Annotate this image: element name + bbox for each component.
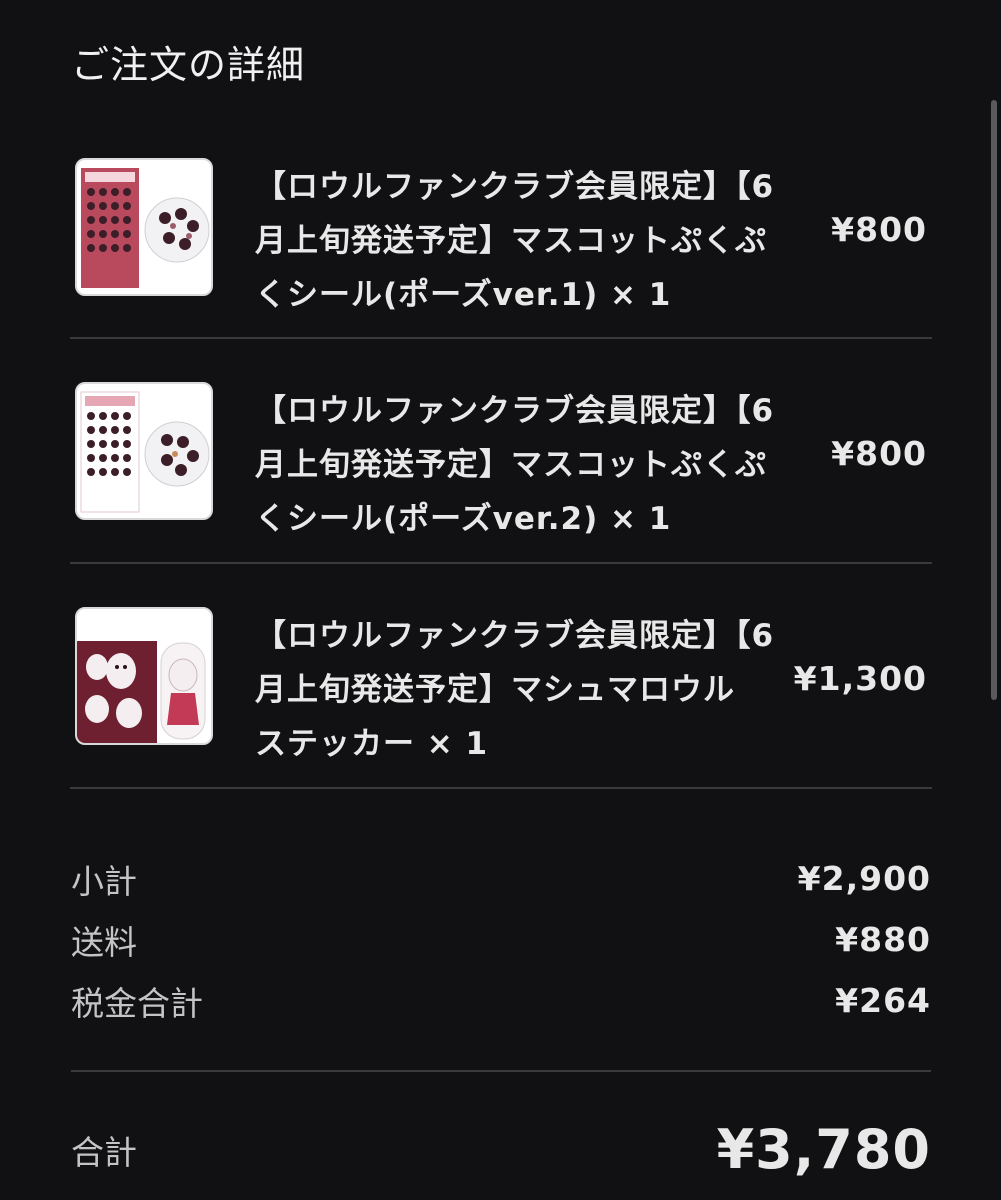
subtotal-value: ¥2,900 xyxy=(797,859,931,898)
divider xyxy=(71,1070,931,1072)
item-name[interactable]: 【ロウルファンクラブ会員限定】【6月上旬発送予定】マスコットぷくぷくシール(ポー… xyxy=(255,384,775,546)
sticker-sheet-image xyxy=(80,391,210,513)
product-thumbnail[interactable] xyxy=(75,382,213,520)
item-name[interactable]: 【ロウルファンクラブ会員限定】【6月上旬発送予定】マスコットぷくぷくシール(ポー… xyxy=(255,160,775,322)
order-item[interactable]: 【ロウルファンクラブ会員限定】【6月上旬発送予定】マスコットぷくぷくシール(ポー… xyxy=(70,115,932,339)
item-price: ¥1,300 xyxy=(793,659,927,698)
shipping-label: 送料 xyxy=(71,922,137,962)
tax-label: 税金合計 xyxy=(71,983,203,1023)
subtotal-label: 小計 xyxy=(71,861,137,901)
item-price: ¥800 xyxy=(831,210,927,249)
total-label: 合計 xyxy=(71,1132,137,1172)
order-items-list: 【ロウルファンクラブ会員限定】【6月上旬発送予定】マスコットぷくぷくシール(ポー… xyxy=(70,115,932,789)
price-summary: 小計 ¥2,900 送料 ¥880 税金合計 ¥264 xyxy=(71,848,931,1031)
item-name[interactable]: 【ロウルファンクラブ会員限定】【6月上旬発送予定】マシュマロウル ステッカー ×… xyxy=(255,609,775,771)
order-item[interactable]: 【ロウルファンクラブ会員限定】【6月上旬発送予定】マスコットぷくぷくシール(ポー… xyxy=(70,339,932,564)
total-row: 合計 ¥3,780 xyxy=(71,1118,931,1181)
product-thumbnail[interactable] xyxy=(75,158,213,296)
shipping-value: ¥880 xyxy=(835,920,931,959)
subtotal-row: 小計 ¥2,900 xyxy=(71,848,931,909)
sticker-image xyxy=(77,609,211,743)
shipping-row: 送料 ¥880 xyxy=(71,909,931,970)
scrollbar[interactable] xyxy=(991,100,997,700)
tax-row: 税金合計 ¥264 xyxy=(71,970,931,1031)
total-value: ¥3,780 xyxy=(716,1118,931,1181)
tax-value: ¥264 xyxy=(835,981,931,1020)
sticker-sheet-image xyxy=(81,168,210,288)
item-price: ¥800 xyxy=(831,434,927,473)
order-details-page: ご注文の詳細 【ロウルファンクラブ会員限定】【6月上旬発送予定】マスコットぷくぷ… xyxy=(0,0,1001,1200)
page-title: ご注文の詳細 xyxy=(71,43,306,87)
order-item[interactable]: 【ロウルファンクラブ会員限定】【6月上旬発送予定】マシュマロウル ステッカー ×… xyxy=(70,564,932,789)
product-thumbnail[interactable] xyxy=(75,607,213,745)
